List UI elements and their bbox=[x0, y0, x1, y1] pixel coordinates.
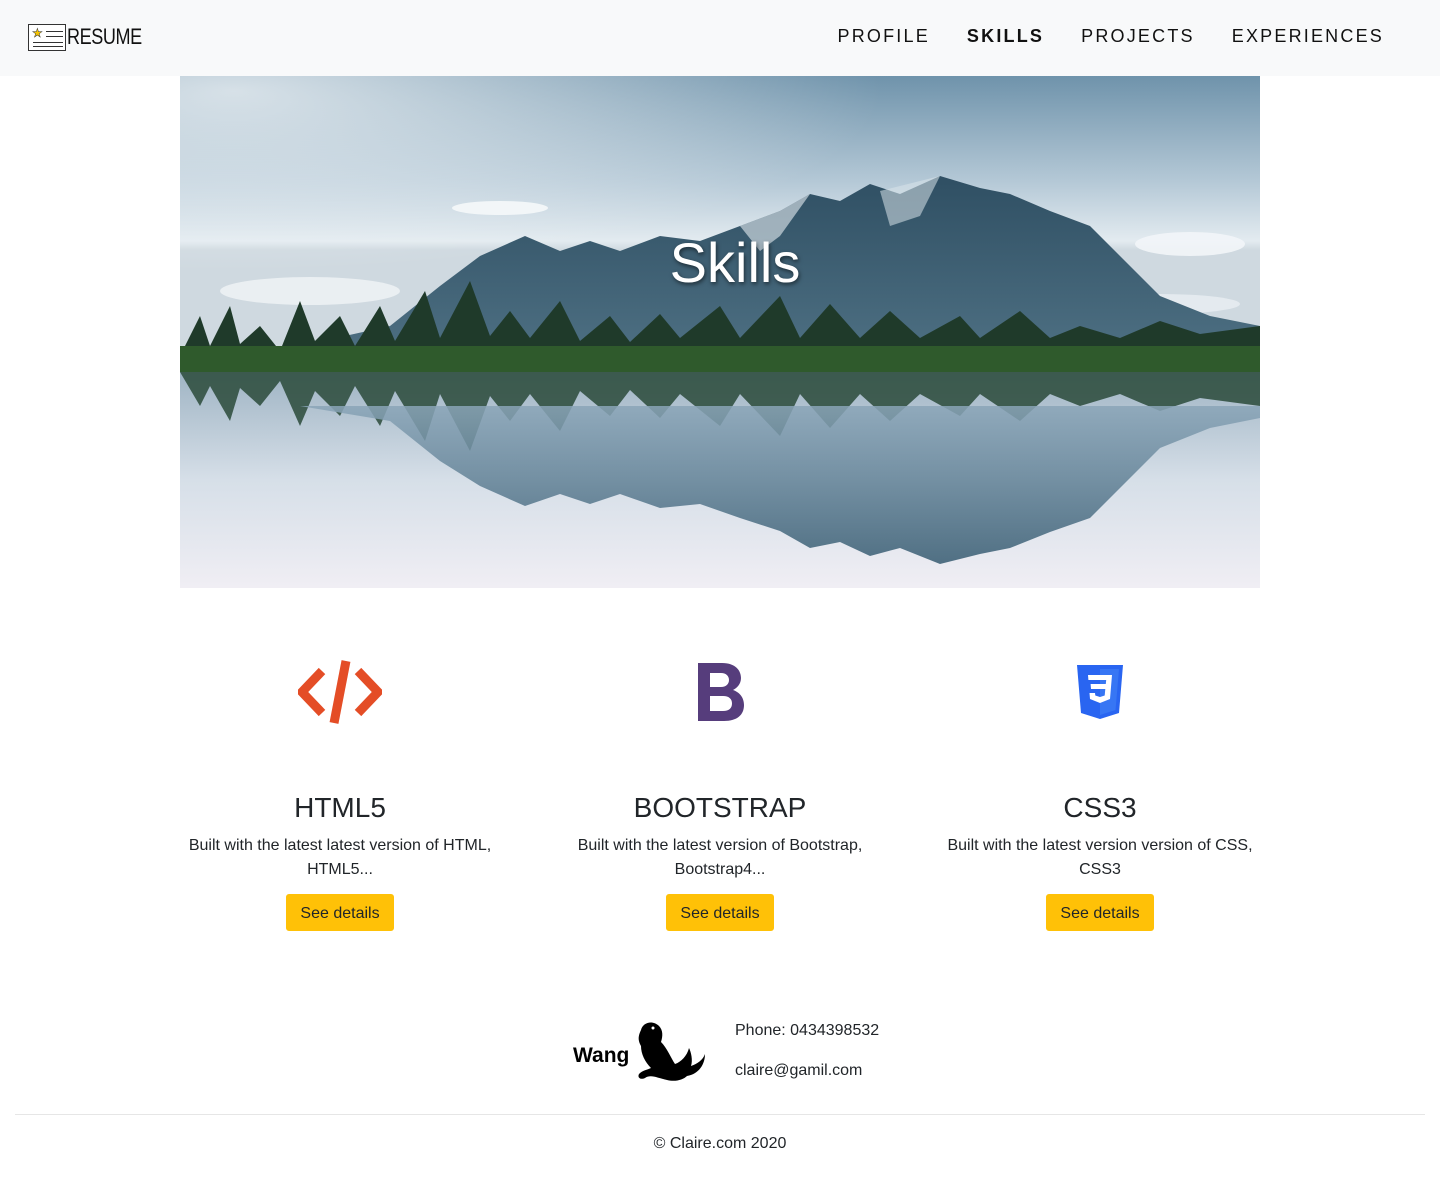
main-nav: PROFILE SKILLS PROJECTS EXPERIENCES bbox=[801, 25, 1385, 47]
skill-title: CSS3 bbox=[1063, 792, 1137, 823]
resume-logo-icon: ★ bbox=[28, 23, 66, 51]
see-details-button[interactable]: See details bbox=[666, 894, 774, 931]
wang-seal-logo: Wang bbox=[571, 1018, 707, 1084]
skill-description: Built with the latest version version of… bbox=[947, 837, 1253, 878]
email-text: claire@gamil.com bbox=[735, 1062, 863, 1079]
skill-description: Built with the latest version of Bootstr… bbox=[577, 837, 863, 878]
logo-text: Wang bbox=[573, 1044, 629, 1067]
nav-profile[interactable]: PROFILE bbox=[838, 25, 930, 47]
see-details-button[interactable]: See details bbox=[1046, 894, 1154, 931]
nav-projects[interactable]: PROJECTS bbox=[1081, 25, 1195, 47]
html-code-icon bbox=[160, 640, 520, 744]
brand-text: RESUME bbox=[67, 24, 142, 49]
skill-title: BOOTSTRAP bbox=[633, 792, 807, 823]
navbar: ★ RESUME PROFILE SKILLS PROJECTS EXPERIE… bbox=[0, 0, 1440, 76]
skill-card-css3: CSS3 Built with the latest version versi… bbox=[920, 640, 1280, 931]
hero-title: Skills bbox=[669, 231, 801, 294]
mountain-lake-image bbox=[180, 76, 1260, 588]
nav-experiences[interactable]: EXPERIENCES bbox=[1232, 25, 1384, 47]
bootstrap-icon bbox=[540, 640, 900, 744]
skill-card-html5: HTML5 Built with the latest latest versi… bbox=[160, 640, 520, 931]
contact-info: Phone: 0434398532 claire@gamil.com bbox=[735, 1021, 879, 1101]
skill-card-bootstrap: BOOTSTRAP Built with the latest version … bbox=[540, 640, 900, 931]
skill-description: Built with the latest latest version of … bbox=[188, 837, 492, 878]
phone-text: Phone: 0434398532 bbox=[735, 1022, 880, 1039]
hero-banner: Skills bbox=[180, 76, 1260, 588]
brand-link[interactable]: ★ RESUME bbox=[28, 22, 158, 52]
css3-shield-icon bbox=[920, 640, 1280, 744]
skill-title: HTML5 bbox=[294, 792, 386, 823]
see-details-button[interactable]: See details bbox=[286, 894, 394, 931]
footer-divider bbox=[15, 1114, 1425, 1115]
nav-skills[interactable]: SKILLS bbox=[967, 25, 1044, 47]
copyright-text: © Claire.com 2020 bbox=[653, 1135, 787, 1152]
